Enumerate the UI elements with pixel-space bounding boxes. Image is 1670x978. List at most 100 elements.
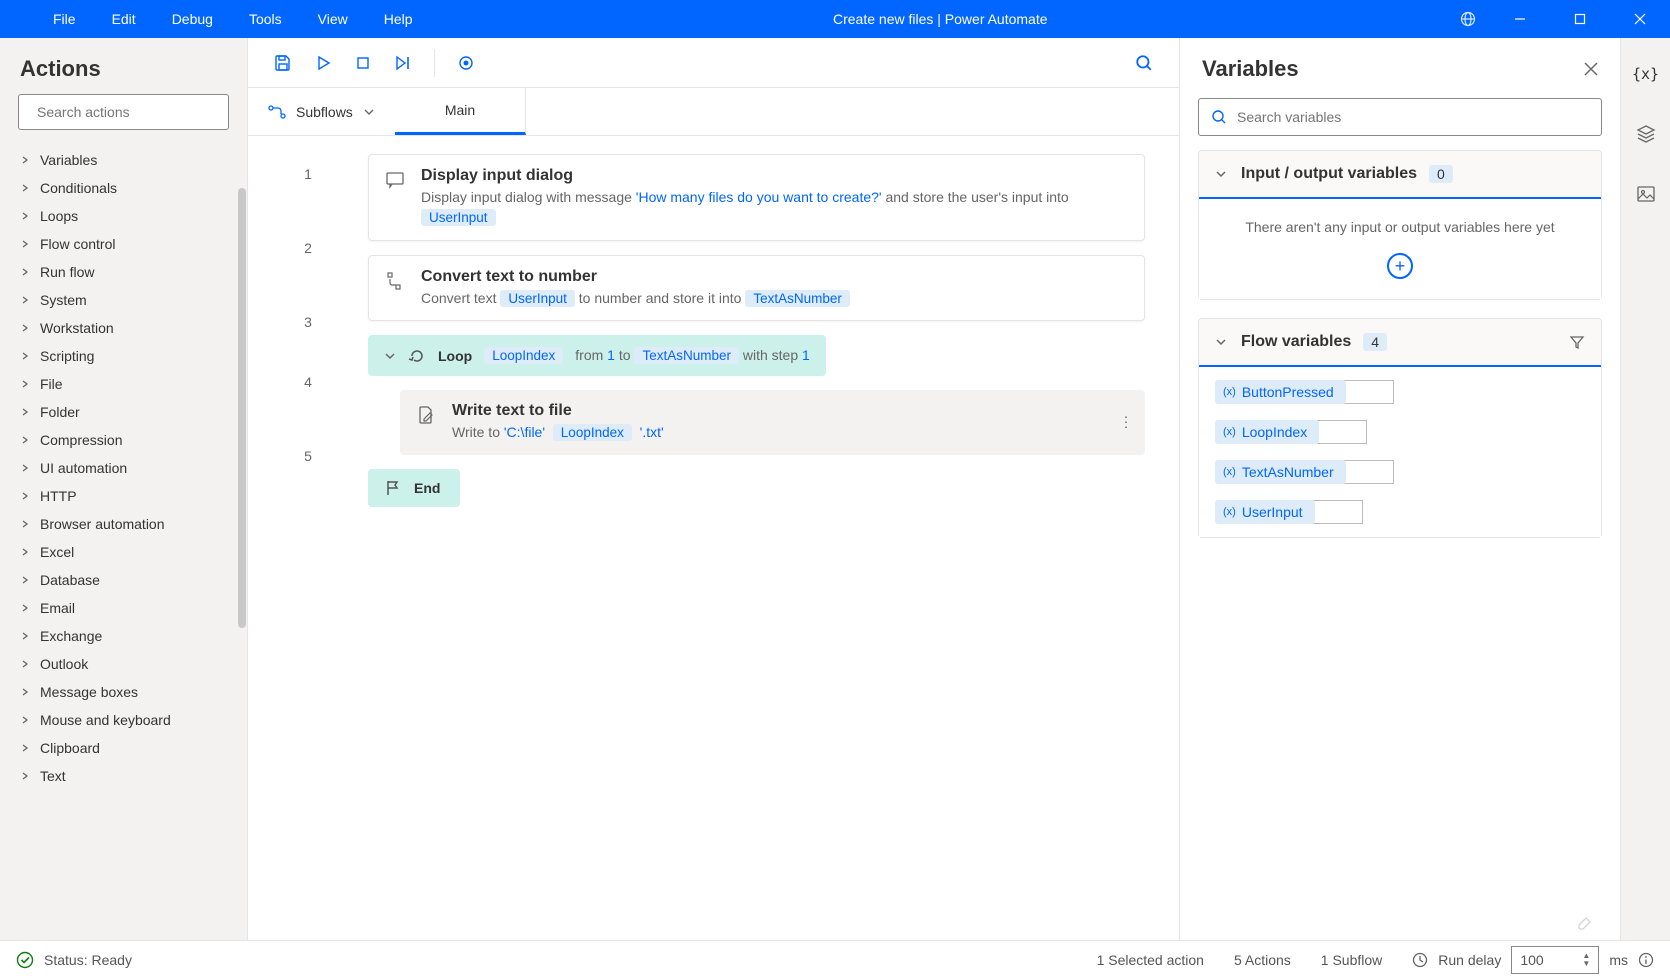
dialog-icon (385, 167, 407, 190)
step-menu-button[interactable]: ⋮ (1119, 414, 1133, 431)
action-category[interactable]: Compression (0, 426, 247, 454)
maximize-button[interactable] (1554, 0, 1606, 38)
variable-chip[interactable]: (x)TextAsNumber (1215, 460, 1346, 484)
eraser-icon[interactable] (1576, 912, 1594, 930)
variable-chip[interactable]: (x)UserInput (1215, 500, 1315, 524)
minimize-button[interactable] (1494, 0, 1546, 38)
action-category[interactable]: UI automation (0, 454, 247, 482)
actions-search-input[interactable] (37, 104, 218, 120)
line-number: 3 (248, 306, 368, 366)
search-flow-button[interactable] (1125, 44, 1163, 82)
actions-panel: Actions VariablesConditionalsLoopsFlow c… (0, 38, 248, 940)
line-number: 5 (248, 440, 368, 500)
io-variables-title: Input / output variables (1241, 165, 1417, 183)
step-title: Loop (438, 348, 472, 364)
menu-debug[interactable]: Debug (154, 3, 231, 35)
step-loop[interactable]: Loop LoopIndex from 1 to TextAsNumber wi… (368, 335, 826, 376)
delay-down[interactable]: ▼ (1582, 960, 1590, 968)
designer: Subflows Main 1 2 3 4 5 Display input di… (248, 38, 1180, 940)
right-rail: {x} (1620, 38, 1670, 940)
status-text: Status: Ready (44, 952, 132, 968)
variables-search-input[interactable] (1237, 109, 1589, 125)
chevron-down-icon (1215, 336, 1227, 348)
close-panel-button[interactable] (1584, 62, 1598, 76)
clock-icon (1412, 952, 1428, 968)
flow-variable-row[interactable]: (x)LoopIndex (1207, 417, 1593, 447)
action-category[interactable]: Text (0, 762, 247, 790)
menu-file[interactable]: File (35, 3, 94, 35)
action-category[interactable]: Database (0, 566, 247, 594)
images-rail-button[interactable] (1628, 176, 1664, 212)
action-category[interactable]: Workstation (0, 314, 247, 342)
line-number: 1 (248, 158, 368, 232)
menu-view[interactable]: View (300, 3, 366, 35)
loop-params: from 1 to TextAsNumber with step 1 (575, 345, 810, 366)
action-category[interactable]: Mouse and keyboard (0, 706, 247, 734)
flow-variables-title: Flow variables (1241, 333, 1351, 351)
add-variable-button[interactable]: + (1387, 253, 1413, 279)
action-category[interactable]: Exchange (0, 622, 247, 650)
step-end[interactable]: End (368, 469, 460, 507)
action-category[interactable]: Loops (0, 202, 247, 230)
action-category[interactable]: Folder (0, 398, 247, 426)
flow-variables-header[interactable]: Flow variables4 (1199, 319, 1601, 367)
actions-search[interactable] (18, 94, 229, 130)
menu-tools[interactable]: Tools (231, 3, 300, 35)
flow-variable-row[interactable]: (x)TextAsNumber (1207, 457, 1593, 487)
filter-icon[interactable] (1569, 334, 1585, 350)
action-category[interactable]: Browser automation (0, 510, 247, 538)
action-category[interactable]: Excel (0, 538, 247, 566)
io-variables-header[interactable]: Input / output variables0 (1199, 151, 1601, 199)
menu-edit[interactable]: Edit (94, 3, 154, 35)
variable-chip[interactable]: (x)LoopIndex (1215, 420, 1319, 444)
action-category[interactable]: Variables (0, 146, 247, 174)
selected-count: 1 Selected action (1097, 952, 1204, 968)
action-category[interactable]: File (0, 370, 247, 398)
environment-badge[interactable] (1450, 7, 1486, 31)
scrollbar[interactable] (237, 188, 247, 688)
run-button[interactable] (304, 44, 342, 82)
flow-variables-section: Flow variables4 (x)ButtonPressed (x)LoopI… (1198, 318, 1602, 538)
variable-chip[interactable]: (x)ButtonPressed (1215, 380, 1346, 404)
action-category[interactable]: HTTP (0, 482, 247, 510)
action-category[interactable]: Run flow (0, 258, 247, 286)
step-write-text-to-file[interactable]: Write text to file Write to 'C:\file' Lo… (400, 390, 1145, 455)
flag-icon (384, 479, 402, 497)
step-title: Display input dialog (421, 167, 1128, 185)
action-category[interactable]: Outlook (0, 650, 247, 678)
step-description: Write to 'C:\file' LoopIndex '.txt' (452, 422, 1129, 443)
action-category[interactable]: Clipboard (0, 734, 247, 762)
action-category[interactable]: Message boxes (0, 678, 247, 706)
subflows-label: Subflows (296, 104, 353, 120)
step-convert-text-to-number[interactable]: Convert text to number Convert text User… (368, 255, 1145, 322)
stop-button[interactable] (344, 44, 382, 82)
menu-help[interactable]: Help (366, 3, 431, 35)
subflows-dropdown[interactable]: Subflows (248, 88, 395, 135)
step-button[interactable] (384, 44, 422, 82)
info-icon[interactable] (1638, 952, 1654, 968)
flow-variable-row[interactable]: (x)ButtonPressed (1207, 377, 1593, 407)
close-button[interactable] (1614, 0, 1666, 38)
step-title: End (414, 480, 440, 496)
globe-icon (1460, 11, 1476, 27)
statusbar: Status: Ready 1 Selected action 5 Action… (0, 940, 1670, 978)
convert-icon (385, 268, 407, 291)
save-button[interactable] (264, 44, 302, 82)
chevron-down-icon (363, 106, 375, 118)
step-display-input-dialog[interactable]: Display input dialog Display input dialo… (368, 154, 1145, 241)
subflow-bar: Subflows Main (248, 88, 1179, 136)
variables-search[interactable] (1198, 98, 1602, 136)
action-category[interactable]: Conditionals (0, 174, 247, 202)
subflow-count: 1 Subflow (1321, 952, 1382, 968)
action-category[interactable]: Scripting (0, 342, 247, 370)
variables-rail-button[interactable]: {x} (1628, 56, 1664, 92)
run-delay-input[interactable]: 100 ▲▼ (1511, 946, 1599, 974)
action-category[interactable]: Flow control (0, 230, 247, 258)
tab-main[interactable]: Main (395, 88, 526, 135)
action-category[interactable]: Email (0, 594, 247, 622)
action-category[interactable]: System (0, 286, 247, 314)
layers-rail-button[interactable] (1628, 116, 1664, 152)
chevron-down-icon[interactable] (384, 350, 396, 362)
flow-variable-row[interactable]: (x)UserInput (1207, 497, 1593, 527)
record-button[interactable] (447, 44, 485, 82)
